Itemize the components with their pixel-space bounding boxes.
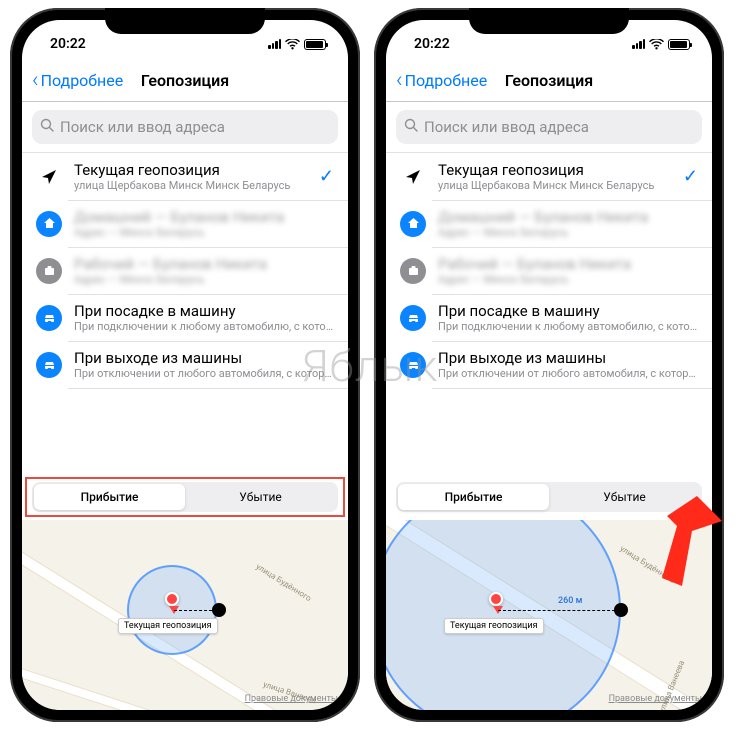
legal-link[interactable]: Правовые документы bbox=[245, 694, 338, 704]
cellular-icon bbox=[632, 39, 645, 49]
status-time: 20:22 bbox=[414, 36, 450, 52]
row-subtitle: Адрес — Минск Беларусь bbox=[74, 226, 334, 239]
back-button[interactable]: ‹ Подробнее bbox=[32, 68, 123, 93]
road-label: улица Будённого bbox=[254, 562, 312, 603]
search-icon bbox=[404, 118, 418, 136]
legal-link[interactable]: Правовые документы bbox=[609, 694, 702, 704]
search-field[interactable]: Поиск или ввод адреса bbox=[32, 110, 338, 144]
notch bbox=[469, 8, 629, 34]
row-home[interactable]: Домашний — Буланов Никита Адрес — Минск … bbox=[22, 200, 348, 247]
briefcase-icon bbox=[400, 258, 426, 284]
car-icon bbox=[36, 352, 62, 378]
wifi-icon bbox=[649, 39, 664, 50]
row-title: Текущая геопозиция bbox=[438, 161, 671, 179]
radius-handle[interactable] bbox=[614, 603, 628, 617]
row-title: Текущая геопозиция bbox=[74, 161, 307, 179]
back-label: Подробнее bbox=[41, 71, 124, 90]
row-car-enter[interactable]: При посадке в машину При подключении к л… bbox=[386, 294, 712, 341]
search-placeholder: Поиск или ввод адреса bbox=[60, 118, 225, 136]
phone-right: 20:22 ‹ Подробнее Геопозиция Поиск и bbox=[374, 8, 724, 722]
row-title: Домашний — Буланов Никита bbox=[74, 208, 334, 226]
row-subtitle: При отключении от любого автомобиля, с к… bbox=[438, 367, 698, 380]
wifi-icon bbox=[285, 39, 300, 50]
home-icon bbox=[400, 211, 426, 237]
annotation-arrow bbox=[642, 496, 722, 586]
checkmark-icon: ✓ bbox=[683, 166, 698, 187]
nav-bar: ‹ Подробнее Геопозиция bbox=[386, 60, 712, 102]
status-time: 20:22 bbox=[50, 36, 86, 52]
row-title: Рабочий — Буланов Никита bbox=[74, 255, 334, 273]
row-work[interactable]: Рабочий — Буланов Никита Адрес — Минск Б… bbox=[22, 247, 348, 294]
car-icon bbox=[400, 352, 426, 378]
location-arrow-icon bbox=[36, 164, 62, 190]
pin-label: Текущая геопозиция bbox=[444, 618, 544, 634]
geofence-circle bbox=[386, 520, 621, 710]
row-subtitle: При подключении к любому автомобилю, с к… bbox=[438, 320, 698, 333]
briefcase-icon bbox=[36, 258, 62, 284]
row-home[interactable]: Домашний — Буланов Никита Адрес — Минск … bbox=[386, 200, 712, 247]
cellular-icon bbox=[268, 39, 281, 49]
status-indicators bbox=[268, 39, 326, 50]
chevron-left-icon: ‹ bbox=[396, 68, 403, 93]
row-title: Рабочий — Буланов Никита bbox=[438, 255, 698, 273]
segment-arrive[interactable]: Прибытие bbox=[34, 484, 185, 510]
battery-icon bbox=[304, 39, 326, 50]
segment-leave[interactable]: Убытие bbox=[185, 484, 336, 510]
back-button[interactable]: ‹ Подробнее bbox=[396, 68, 487, 93]
segment-arrive[interactable]: Прибытие bbox=[398, 484, 549, 510]
back-label: Подробнее bbox=[405, 71, 488, 90]
row-subtitle: улица Щербакова Минск Минск Беларусь bbox=[438, 179, 671, 192]
row-subtitle: улица Щербакова Минск Минск Беларусь bbox=[74, 179, 307, 192]
row-title: При выходе из машины bbox=[74, 349, 334, 367]
segmented-control: Прибытие Убытие bbox=[32, 482, 338, 512]
map-pin bbox=[165, 592, 179, 606]
row-subtitle: При подключении к любому автомобилю, с к… bbox=[74, 320, 334, 333]
row-current-location[interactable]: Текущая геопозиция улица Щербакова Минск… bbox=[22, 153, 348, 200]
segmented-control-wrap: Прибытие Убытие bbox=[22, 474, 348, 520]
row-current-location[interactable]: Текущая геопозиция улица Щербакова Минск… bbox=[386, 153, 712, 200]
row-title: При посадке в машину bbox=[438, 302, 698, 320]
nav-bar: ‹ Подробнее Геопозиция bbox=[22, 60, 348, 102]
location-list: Текущая геопозиция улица Щербакова Минск… bbox=[386, 152, 712, 388]
notch bbox=[105, 8, 265, 34]
radius-handle[interactable] bbox=[212, 603, 226, 617]
row-car-enter[interactable]: При посадке в машину При подключении к л… bbox=[22, 294, 348, 341]
row-title: При посадке в машину bbox=[74, 302, 334, 320]
checkmark-icon: ✓ bbox=[319, 166, 334, 187]
map-pin bbox=[489, 592, 503, 606]
home-icon bbox=[36, 211, 62, 237]
row-subtitle: Адрес — Минск Беларусь bbox=[74, 273, 334, 286]
row-title: При выходе из машины bbox=[438, 349, 698, 367]
car-icon bbox=[400, 305, 426, 331]
location-list: Текущая геопозиция улица Щербакова Минск… bbox=[22, 152, 348, 388]
location-arrow-icon bbox=[400, 164, 426, 190]
row-subtitle: Адрес — Минск Беларусь bbox=[438, 226, 698, 239]
status-indicators bbox=[632, 39, 690, 50]
row-car-exit[interactable]: При выходе из машины При отключении от л… bbox=[386, 341, 712, 388]
row-subtitle: При отключении от любого автомобиля, с к… bbox=[74, 367, 334, 380]
chevron-left-icon: ‹ bbox=[32, 68, 39, 93]
nav-title: Геопозиция bbox=[505, 71, 593, 90]
search-field[interactable]: Поиск или ввод адреса bbox=[396, 110, 702, 144]
row-car-exit[interactable]: При выходе из машины При отключении от л… bbox=[22, 341, 348, 388]
search-placeholder: Поиск или ввод адреса bbox=[424, 118, 589, 136]
row-title: Домашний — Буланов Никита bbox=[438, 208, 698, 226]
radius-line bbox=[498, 610, 620, 611]
battery-icon bbox=[668, 39, 690, 50]
map-view[interactable]: улица Будённого улица Ванеева Текущая ге… bbox=[22, 520, 348, 710]
phone-left: 20:22 ‹ Подробнее Геопозиция Поиск и bbox=[10, 8, 360, 722]
nav-title: Геопозиция bbox=[141, 71, 229, 90]
row-work[interactable]: Рабочий — Буланов Никита Адрес — Минск Б… bbox=[386, 247, 712, 294]
car-icon bbox=[36, 305, 62, 331]
row-subtitle: Адрес — Минск Беларусь bbox=[438, 273, 698, 286]
pin-label: Текущая геопозиция bbox=[118, 618, 218, 634]
radius-line bbox=[174, 610, 217, 611]
search-icon bbox=[40, 118, 54, 136]
radius-label: 260 м bbox=[558, 596, 582, 606]
